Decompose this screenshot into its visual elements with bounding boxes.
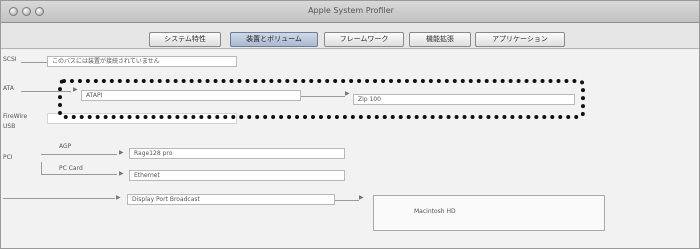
display-port-field[interactable]: Display Port Broadcast — [127, 194, 335, 205]
pc-card-label: PC Card — [59, 165, 83, 172]
agp-connector-line — [41, 154, 117, 155]
arrow-icon: ▶ — [119, 149, 124, 156]
tab-system-profile[interactable]: システム特性 — [149, 32, 221, 47]
tab-frameworks[interactable]: フレームワーク — [324, 32, 404, 47]
tab-extensions[interactable]: 機能拡張 — [409, 32, 471, 47]
tab-devices-volumes[interactable]: 装置とボリューム — [230, 32, 318, 47]
dotted-highlight-frame — [58, 79, 585, 119]
rage128-field[interactable]: Rage128 pro — [129, 148, 345, 159]
scsi-status-field: このバスには装置が接続されていません — [47, 56, 237, 67]
display-connector-line — [3, 198, 115, 199]
macintosh-hd-label: Macintosh HD — [414, 208, 456, 215]
usb-label: USB — [3, 123, 16, 130]
pci-label: PCI — [3, 154, 13, 161]
pci-branch-line — [41, 162, 42, 174]
agp-label: AGP — [59, 143, 72, 150]
ethernet-field[interactable]: Ethernet — [129, 170, 345, 181]
system-profiler-window: Apple System Profiler システム特性 装置とボリューム フレ… — [0, 0, 700, 249]
window-title: Apple System Profiler — [308, 6, 394, 15]
tab-bar: システム特性 装置とボリューム フレームワーク 機能拡張 アプリケーション — [1, 23, 699, 49]
tab-applications[interactable]: アプリケーション — [475, 32, 565, 47]
pc-card-connector-line — [41, 174, 117, 175]
firewire-label: FireWire — [3, 113, 28, 120]
arrow-icon: ▶ — [119, 170, 124, 177]
display-result-connector-line — [335, 200, 359, 201]
ata-label: ATA — [3, 85, 14, 92]
title-bar: Apple System Profiler — [1, 1, 699, 23]
scsi-connector-line — [21, 62, 47, 63]
arrow-icon: ▶ — [359, 194, 364, 201]
macintosh-hd-box[interactable]: Macintosh HD — [373, 195, 605, 231]
scsi-label: SCSI — [3, 56, 17, 63]
arrow-icon: ▶ — [116, 194, 121, 201]
